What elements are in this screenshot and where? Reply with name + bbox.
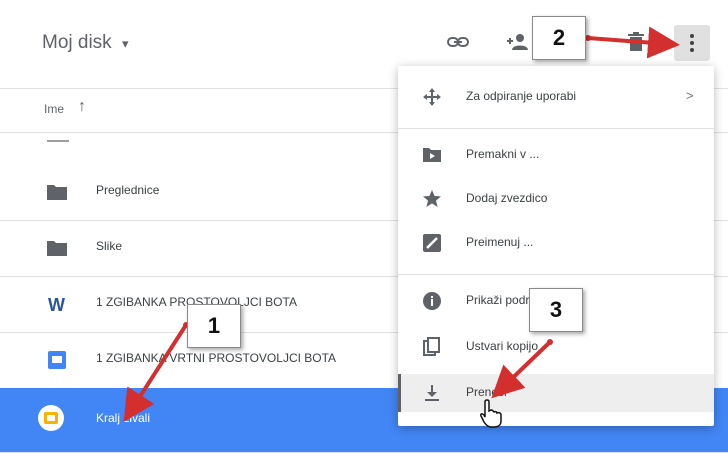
copy-icon — [423, 337, 440, 356]
chevron-down-icon[interactable]: ▾ — [122, 36, 129, 52]
context-menu: Za odpiranje uporabi > Premakni v ... Do… — [398, 66, 714, 426]
move-to-folder-icon — [423, 148, 441, 162]
slides-icon — [48, 351, 66, 369]
menu-item-download[interactable]: Prenesi — [398, 374, 714, 412]
file-name: Kralj živali — [96, 411, 151, 425]
info-icon — [423, 292, 441, 310]
menu-item-label: Preimenuj ... — [466, 235, 534, 249]
sort-arrow-icon[interactable]: ↑ — [78, 98, 86, 116]
menu-item-label: Premakni v ... — [466, 147, 540, 161]
rename-icon — [423, 234, 441, 252]
more-vert-icon[interactable] — [674, 25, 710, 61]
word-doc-icon: W — [48, 295, 65, 314]
menu-item-rename[interactable]: Preimenuj ... — [398, 224, 714, 262]
callout-3: 3 — [529, 288, 583, 332]
menu-item-open-with[interactable]: Za odpiranje uporabi > — [398, 78, 714, 116]
menu-item-make-copy[interactable]: Ustvari kopijo — [398, 328, 714, 366]
menu-divider — [398, 128, 714, 129]
folder-icon — [47, 241, 67, 256]
svg-text:W: W — [48, 295, 65, 314]
download-icon — [425, 385, 439, 401]
folder-icon — [47, 185, 67, 200]
file-name: Slike — [96, 239, 123, 253]
add-person-icon[interactable] — [506, 30, 530, 54]
menu-item-label: Prenesi — [466, 385, 507, 399]
menu-divider — [398, 274, 714, 275]
file-name: Preglednice — [96, 183, 160, 197]
menu-item-label: Za odpiranje uporabi — [466, 89, 577, 103]
highlight-bar — [398, 374, 401, 412]
callout-2: 2 — [532, 16, 586, 60]
my-drive-title[interactable]: Moj disk — [42, 32, 112, 54]
file-name: 1 ZGIBANKA VRTNI PROSTOVOLJCI BOTA — [96, 351, 337, 365]
callout-1: 1 — [187, 304, 241, 348]
trash-icon[interactable] — [624, 30, 648, 54]
partial-row-icon — [47, 140, 69, 142]
menu-item-label: Dodaj zvezdico — [466, 191, 548, 205]
column-name-header[interactable]: Ime — [44, 102, 64, 116]
open-with-icon — [423, 88, 441, 106]
link-icon[interactable] — [446, 30, 470, 54]
slides-icon — [38, 405, 64, 431]
menu-item-label: Ustvari kopijo — [466, 339, 539, 353]
hand-cursor-icon — [480, 399, 502, 428]
star-icon — [423, 190, 441, 207]
menu-item-move-to[interactable]: Premakni v ... — [398, 136, 714, 174]
menu-item-add-star[interactable]: Dodaj zvezdico — [398, 180, 714, 218]
chevron-right-icon: > — [686, 88, 694, 103]
